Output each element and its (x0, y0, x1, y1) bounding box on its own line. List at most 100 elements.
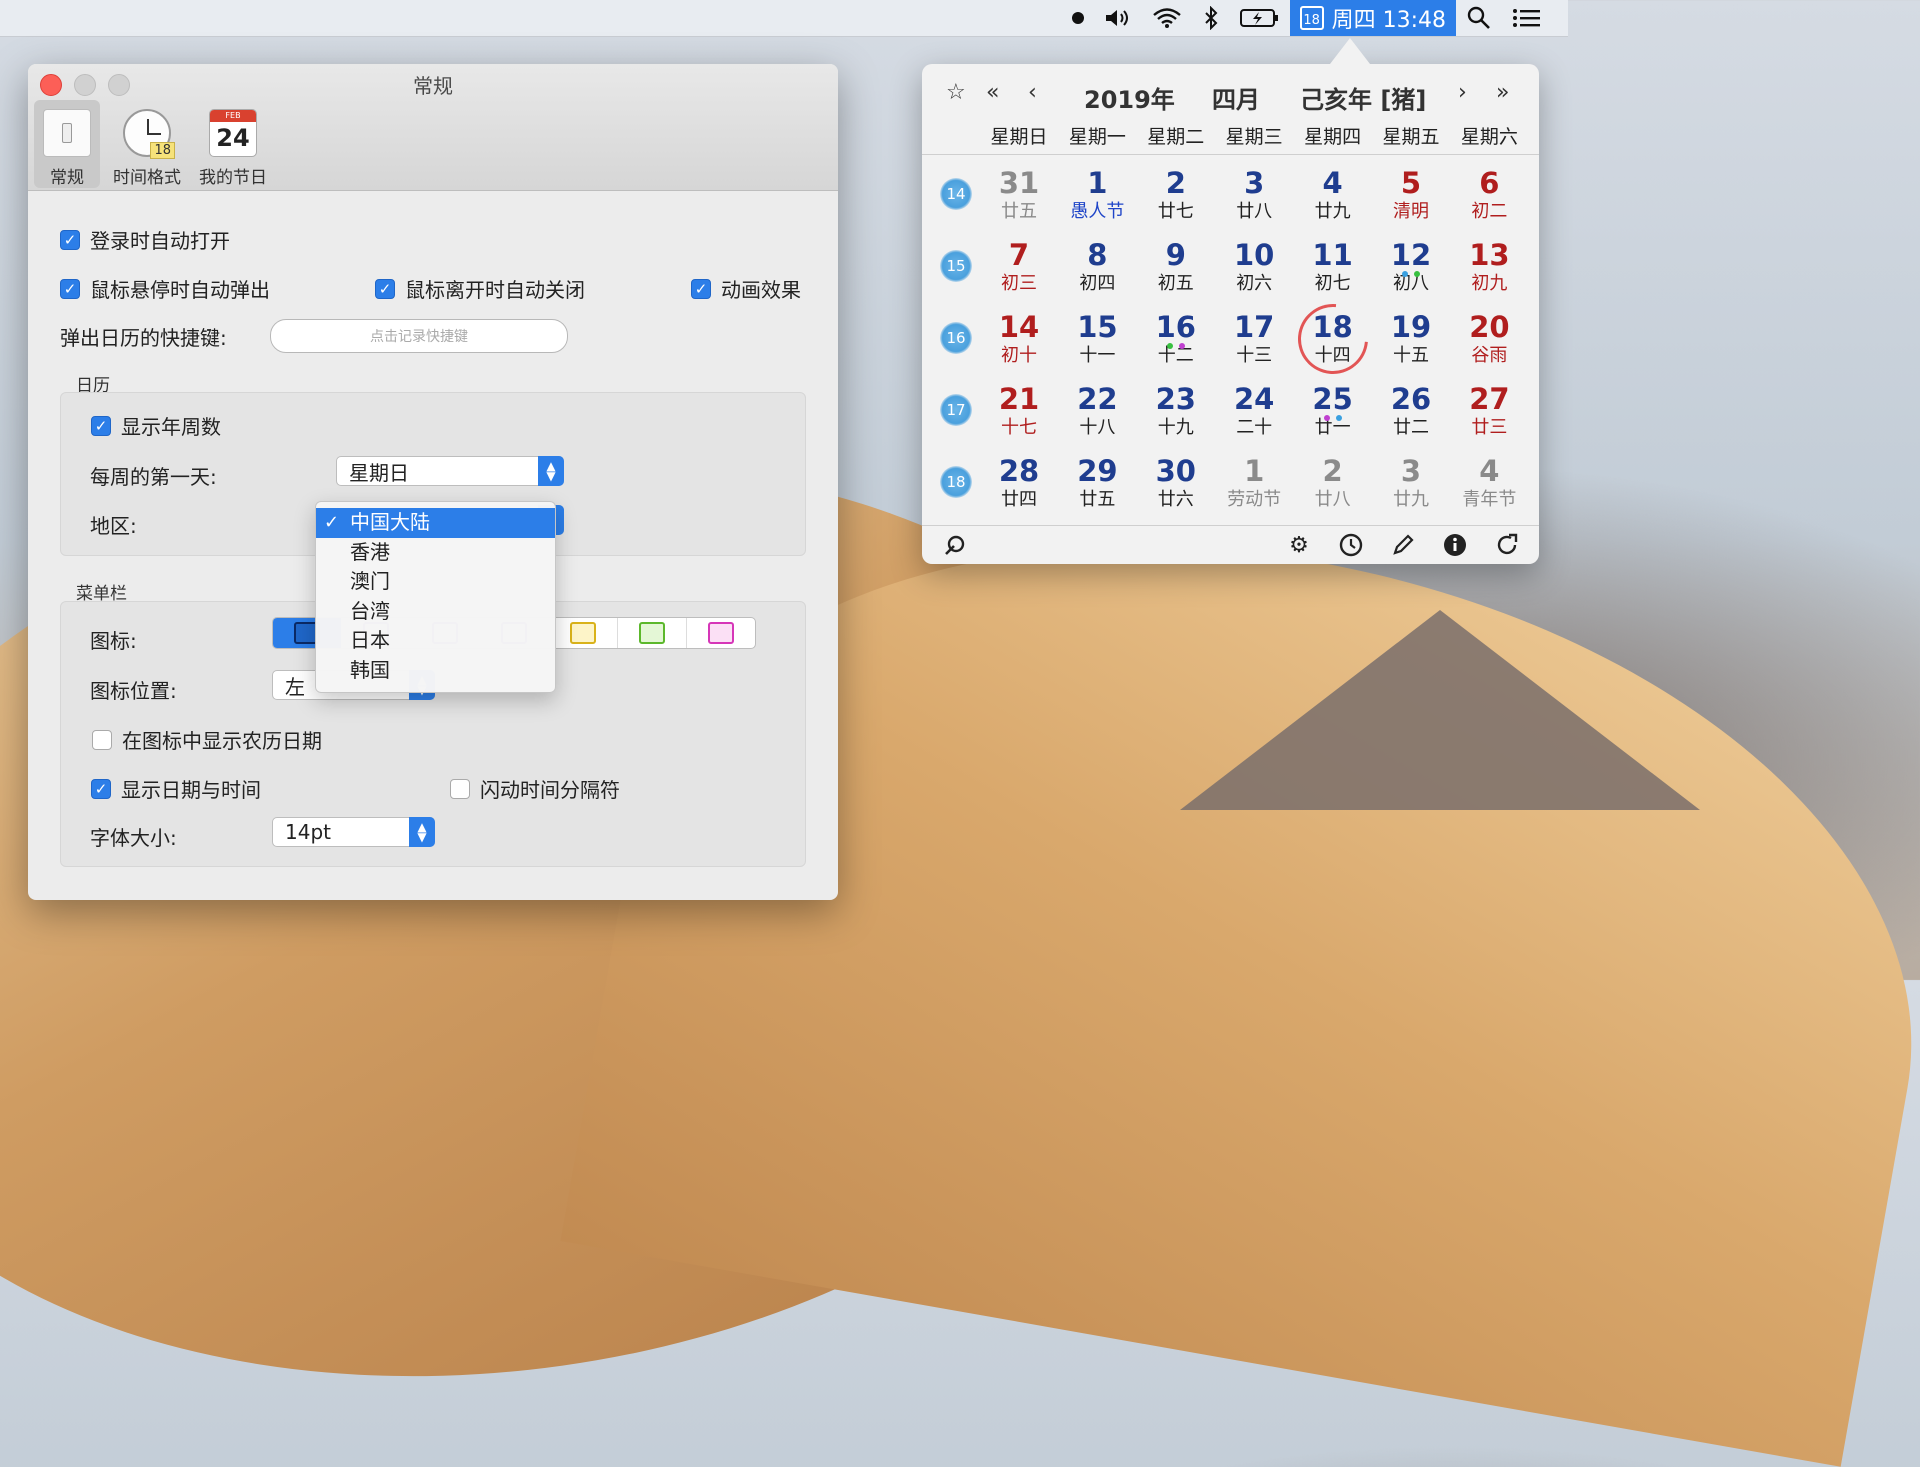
animation-checkbox[interactable]: ✓ (691, 278, 711, 299)
lunar-date: 廿九 (1314, 201, 1351, 222)
weekday-label: 星期日 (990, 126, 1048, 148)
menu-bar: 18 周四 13:48 (0, 0, 1568, 37)
calendar-day[interactable]: 10 初六 (1215, 238, 1293, 296)
calendar-day[interactable]: 15 十一 (1058, 310, 1136, 368)
lunar-date: 初四 (1079, 273, 1116, 294)
calendar-day[interactable]: 21 十七 (980, 382, 1058, 440)
tab-general[interactable]: 常规 (34, 100, 100, 188)
prev-month-button[interactable]: ‹ (1028, 80, 1037, 105)
calendar-day[interactable]: 24 二十 (1215, 382, 1293, 440)
lunar-date: 廿八 (1236, 201, 1273, 222)
calendar-day[interactable]: 5 清明 (1372, 166, 1450, 224)
shortcut-recorder-field[interactable]: 点击记录快捷键 (270, 319, 568, 353)
calendar-day[interactable]: 11 初七 (1294, 238, 1372, 296)
preferences-window: 常规 常规 18 时间格式 FEB 24 我的节日 ✓ 登录时自动打开 ✓ 鼠标… (28, 64, 838, 900)
refresh-icon[interactable] (1494, 532, 1520, 558)
info-icon[interactable] (1442, 532, 1468, 558)
calendar-day[interactable]: 20 谷雨 (1450, 310, 1528, 368)
calendar-day[interactable]: 3 廿八 (1215, 166, 1293, 224)
calendar-day[interactable]: 22 十八 (1058, 382, 1136, 440)
link-icon[interactable] (942, 532, 968, 558)
calendar-day[interactable]: 9 初五 (1137, 238, 1215, 296)
checkbox-label: 显示日期与时间 (121, 778, 261, 802)
window-title: 常规 (413, 74, 453, 98)
calendar-day[interactable]: 8 初四 (1058, 238, 1136, 296)
calendar-day[interactable]: 2 廿七 (1137, 166, 1215, 224)
calendar-day[interactable]: 17 十三 (1215, 310, 1293, 368)
icon-style-option[interactable] (618, 618, 687, 648)
icon-style-option[interactable] (549, 618, 618, 648)
wallpaper-mountain (1180, 610, 1700, 810)
menubar-calendar-clock[interactable]: 18 周四 13:48 (1289, 0, 1456, 36)
header-divider (922, 154, 1539, 155)
notification-center-icon[interactable] (1502, 0, 1568, 36)
tab-time-format[interactable]: 18 时间格式 (108, 100, 186, 188)
show-lunar-in-icon-checkbox[interactable] (92, 729, 112, 750)
lunar-date: 劳动节 (1227, 489, 1282, 510)
calendar-icon (570, 622, 596, 644)
calendar-day[interactable]: 31 廿五 (980, 166, 1058, 224)
region-option-hong-kong[interactable]: 香港 (316, 538, 555, 568)
gear-icon[interactable]: ⚙ (1286, 532, 1312, 558)
blink-separator-checkbox[interactable] (450, 778, 470, 799)
checkbox-label: 鼠标离开时自动关闭 (405, 278, 585, 302)
calendar-day[interactable]: 23 十九 (1137, 382, 1215, 440)
next-year-button[interactable]: » (1496, 80, 1509, 105)
calendar-day[interactable]: 1 劳动节 (1215, 454, 1293, 512)
volume-icon[interactable] (1094, 0, 1142, 36)
region-option-korea[interactable]: 韩国 (316, 656, 555, 686)
font-size-select[interactable]: 14pt ▲ ▼ (272, 817, 435, 847)
day-number: 16 (1155, 310, 1196, 344)
calendar-day[interactable]: 27 廿三 (1450, 382, 1528, 440)
calendar-day[interactable]: 28 廿四 (980, 454, 1058, 512)
lunar-date: 初二 (1471, 201, 1508, 222)
region-option-taiwan[interactable]: 台湾 (316, 597, 555, 627)
region-option-macau[interactable]: 澳门 (316, 567, 555, 597)
region-option-japan[interactable]: 日本 (316, 626, 555, 656)
leave-close-checkbox[interactable]: ✓ (375, 278, 395, 299)
calendar-year[interactable]: 2019年 (1084, 80, 1175, 115)
lunar-date: 初六 (1236, 273, 1273, 294)
calendar-day[interactable]: 26 廿二 (1372, 382, 1450, 440)
calendar-day[interactable]: 16 十二 (1137, 310, 1215, 368)
calendar-day[interactable]: 25 廿一 (1294, 382, 1372, 440)
spotlight-search-icon[interactable] (1456, 0, 1502, 36)
prev-year-button[interactable]: « (986, 80, 999, 105)
calendar-day[interactable]: 4 廿九 (1294, 166, 1372, 224)
pencil-icon[interactable] (1390, 532, 1416, 558)
day-number: 15 (1077, 310, 1118, 344)
calendar-day[interactable]: 3 廿九 (1372, 454, 1450, 512)
calendar-day[interactable]: 29 廿五 (1058, 454, 1136, 512)
calendar-day[interactable]: 2 廿八 (1294, 454, 1372, 512)
calendar-day[interactable]: 6 初二 (1450, 166, 1528, 224)
calendar-day[interactable]: 13 初九 (1450, 238, 1528, 296)
bluetooth-icon[interactable] (1192, 0, 1230, 36)
auto-open-login-checkbox[interactable]: ✓ (60, 229, 80, 250)
calendar-day[interactable]: 19 十五 (1372, 310, 1450, 368)
calendar-month[interactable]: 四月 (1212, 80, 1260, 115)
day-number: 29 (1077, 454, 1118, 488)
day-number: 9 (1165, 238, 1186, 272)
icon-style-option[interactable] (687, 618, 755, 648)
day-number: 20 (1469, 310, 1510, 344)
calendar-day[interactable]: 14 初十 (980, 310, 1058, 368)
lunar-date: 谷雨 (1471, 345, 1508, 366)
calendar-day[interactable]: 7 初三 (980, 238, 1058, 296)
first-day-select[interactable]: 星期日 ▲ ▼ (336, 456, 564, 486)
show-week-numbers-checkbox[interactable]: ✓ (91, 415, 111, 436)
clock-icon[interactable] (1338, 532, 1364, 558)
region-option-mainland-china[interactable]: 中国大陆 (316, 508, 555, 538)
show-date-time-checkbox[interactable]: ✓ (91, 778, 111, 799)
calendar-day[interactable]: 4 青年节 (1450, 454, 1528, 512)
calendar-day[interactable]: 30 廿六 (1137, 454, 1215, 512)
next-month-button[interactable]: › (1458, 80, 1467, 105)
tab-my-holidays[interactable]: FEB 24 我的节日 (194, 100, 272, 188)
hover-popup-checkbox[interactable]: ✓ (60, 278, 80, 299)
record-icon[interactable] (1062, 0, 1094, 36)
star-icon[interactable]: ☆ (946, 80, 966, 105)
calendar-day[interactable]: 1 愚人节 (1058, 166, 1136, 224)
battery-icon[interactable] (1230, 0, 1290, 36)
wifi-icon[interactable] (1142, 0, 1192, 36)
calendar-day[interactable]: 12 初八 (1372, 238, 1450, 296)
checkbox-label: 闪动时间分隔符 (480, 778, 620, 802)
